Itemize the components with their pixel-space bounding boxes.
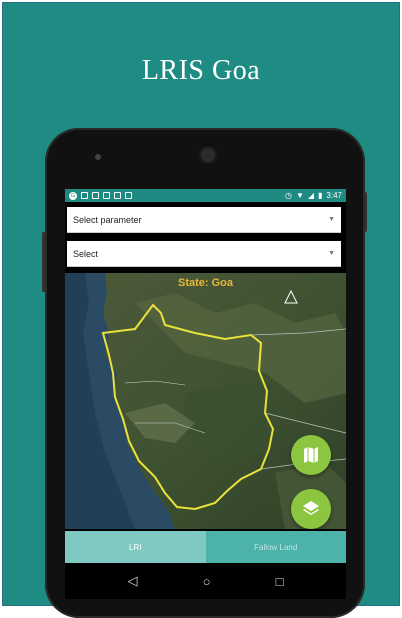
home-icon[interactable]: ○	[203, 574, 211, 589]
status-bar: G ◷ ▼ ◢ ▮ 3:47	[65, 189, 346, 202]
notification-badge-icon: G	[69, 191, 77, 200]
chevron-down-icon: ▼	[328, 216, 335, 223]
phone-camera	[201, 148, 215, 162]
phone-sensor	[95, 154, 101, 160]
wifi-icon: ▼	[295, 191, 304, 200]
signal-icon: ◢	[307, 191, 315, 200]
notification-icon	[114, 192, 121, 199]
bottom-tabs: LRI Fallow Land	[65, 531, 346, 563]
phone-device: G ◷ ▼ ◢ ▮ 3:47 Select parameter ▼ Select…	[45, 128, 365, 618]
chevron-down-icon: ▼	[328, 250, 335, 257]
back-icon[interactable]: ◁	[128, 573, 138, 589]
parameter-dropdown-label: Select parameter	[73, 214, 142, 225]
map-toggle-button[interactable]	[291, 435, 331, 475]
promo-title: LRIS Goa	[141, 55, 261, 86]
state-label: State: Goa	[177, 277, 233, 289]
notification-icon	[125, 192, 132, 199]
layers-button[interactable]	[291, 489, 331, 529]
tab-lri[interactable]: LRI	[65, 531, 206, 563]
battery-icon: ▮	[318, 191, 323, 200]
notification-icon	[103, 192, 110, 199]
app-screen: G ◷ ▼ ◢ ▮ 3:47 Select parameter ▼ Select…	[65, 189, 346, 599]
android-nav-bar: ◁ ○ □	[65, 563, 346, 599]
clock-time: 3:47	[326, 191, 342, 200]
map-icon	[304, 447, 318, 463]
tab-fallow-land[interactable]: Fallow Land	[205, 531, 346, 563]
layers-icon	[303, 501, 319, 515]
alarm-icon: ◷	[284, 191, 292, 200]
recents-icon[interactable]: □	[276, 574, 284, 589]
secondary-dropdown-label: Select	[73, 248, 99, 259]
notification-icon	[92, 192, 99, 199]
notification-icon	[81, 192, 88, 199]
secondary-dropdown[interactable]: Select ▼	[67, 241, 341, 267]
parameter-dropdown[interactable]: Select parameter ▼	[67, 207, 341, 233]
